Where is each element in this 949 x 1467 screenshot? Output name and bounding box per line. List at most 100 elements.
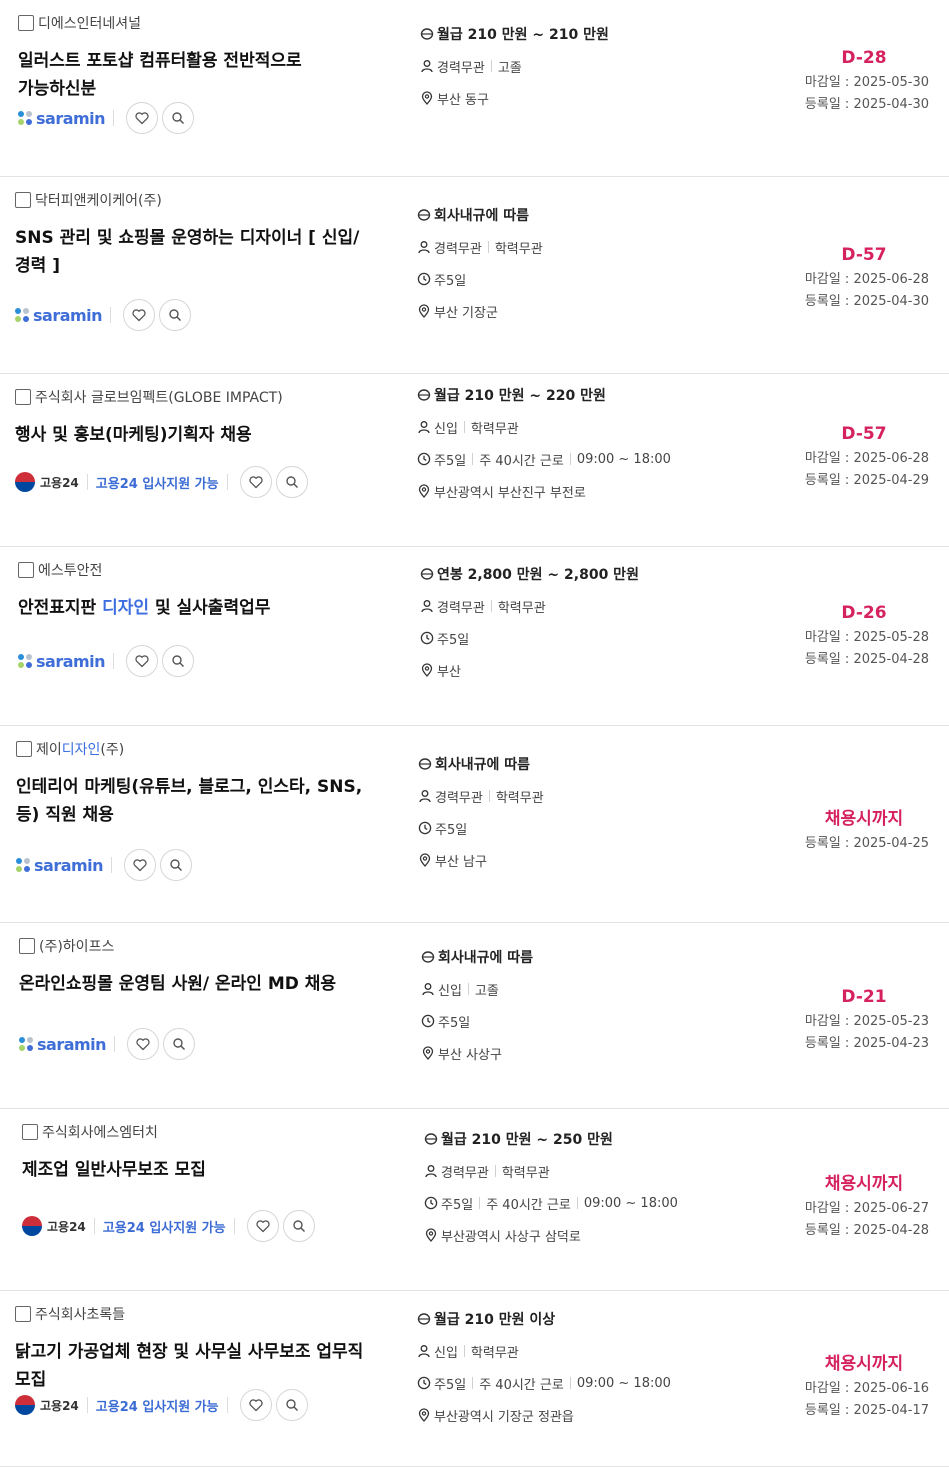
job-card[interactable]: 주식회사에스엠터치 제조업 일반사무보조 모집 고용24 고용24 입사지원 가능 월급… xyxy=(0,1109,949,1291)
company-name[interactable]: 제이디자인(주) xyxy=(36,739,124,759)
select-checkbox[interactable] xyxy=(18,15,34,31)
goyong24-label: 고용24 xyxy=(40,1398,79,1413)
schedule-condition: 주 40시간 근로 xyxy=(479,453,564,469)
source-row: 고용24 고용24 입사지원 가능 xyxy=(22,1210,315,1242)
coin-row: 회사내규에 따름 xyxy=(417,199,747,231)
saramin-logo[interactable]: saramin xyxy=(16,856,104,875)
job-card[interactable]: 에스투안전 안전표지판 디자인 및 실사출력업무 saramin 연봉 2,800 만… xyxy=(0,547,949,726)
search-button[interactable] xyxy=(163,1028,196,1060)
company-name[interactable]: 에스투안전 xyxy=(38,560,102,580)
job-title[interactable]: 온라인쇼핑몰 운영팀 사원/ 온라인 MD 채용 xyxy=(19,970,379,998)
goyong24-logo[interactable]: 고용24 xyxy=(15,472,79,492)
clock-row: 주5일 주 40시간 근로 09:00 ~ 18:00 xyxy=(417,443,747,475)
apply-via-goyong24-link[interactable]: 고용24 입사지원 가능 xyxy=(103,1217,226,1236)
schedule-condition: 주5일 xyxy=(434,1377,467,1393)
job-title[interactable]: 인테리어 마케팅(유튜브, 블로그, 인스타, SNS, 등) 직원 채용 xyxy=(16,773,376,829)
favorite-button[interactable] xyxy=(124,849,157,881)
search-button[interactable] xyxy=(275,466,308,498)
saramin-dots-icon xyxy=(19,1037,33,1051)
taegeuk-icon xyxy=(15,472,35,492)
person-row: 경력무관 학력무관 xyxy=(417,231,747,263)
saramin-logo[interactable]: saramin xyxy=(18,109,106,128)
job-title[interactable]: 일러스트 포토샵 컴퓨터활용 전반적으로 가능하신분 xyxy=(18,47,378,103)
coin-icon xyxy=(417,1312,431,1326)
clock-row: 주5일 주 40시간 근로 09:00 ~ 18:00 xyxy=(424,1187,754,1219)
schedule-condition: 주5일 xyxy=(437,632,470,648)
job-title[interactable]: 안전표지판 디자인 및 실사출력업무 xyxy=(18,594,378,622)
favorite-button[interactable] xyxy=(127,1028,160,1060)
coin-row: 회사내규에 따름 xyxy=(418,748,748,780)
job-title[interactable]: SNS 관리 및 쇼핑몰 운영하는 디자이너 [ 신입/경력 ] xyxy=(15,224,375,280)
company-name[interactable]: 주식회사에스엠터치 xyxy=(42,1122,158,1142)
favorite-button[interactable] xyxy=(126,102,159,134)
saramin-dots-icon xyxy=(15,308,29,322)
job-main: 닥터피앤케이케어(주) SNS 관리 및 쇼핑몰 운영하는 디자이너 [ 신입/경… xyxy=(15,190,375,374)
job-title[interactable]: 제조업 일반사무보조 모집 xyxy=(22,1156,382,1184)
source-row: 고용24 고용24 입사지원 가능 xyxy=(15,466,308,498)
favorite-button[interactable] xyxy=(239,466,272,498)
job-conditions: 회사내규에 따름 경력무관 학력무관 주5일 부산 남구 xyxy=(418,748,748,876)
select-checkbox[interactable] xyxy=(16,741,32,757)
job-title-part: 및 실사출력업무 xyxy=(149,598,271,618)
career-condition: 학력무관 xyxy=(501,1165,550,1181)
company-name[interactable]: 주식회사 글로브임펙트(GLOBE IMPACT) xyxy=(35,387,283,407)
pin-icon xyxy=(418,853,432,867)
select-checkbox[interactable] xyxy=(15,1306,31,1322)
registered-date: 등록일 : 2025-04-30 xyxy=(804,97,929,112)
select-checkbox[interactable] xyxy=(22,1124,38,1140)
company-name[interactable]: 주식회사초록들 xyxy=(35,1304,125,1324)
job-title[interactable]: 행사 및 홍보(마케팅)기획자 채용 xyxy=(15,421,375,449)
job-title[interactable]: 닭고기 가공업체 현장 및 사무실 사무보조 업무직 모집 xyxy=(15,1338,375,1394)
favorite-button[interactable] xyxy=(126,645,159,677)
dday-badge: 채용시까지 xyxy=(824,1354,904,1374)
salary-text: 월급 210 만원 이상 xyxy=(434,1312,556,1328)
career-condition: 학력무관 xyxy=(497,600,546,616)
saramin-logo[interactable]: saramin xyxy=(18,652,106,671)
dday-badge: D-57 xyxy=(841,245,887,265)
select-checkbox[interactable] xyxy=(15,192,31,208)
favorite-button[interactable] xyxy=(246,1210,279,1242)
select-checkbox[interactable] xyxy=(15,389,31,405)
favorite-button[interactable] xyxy=(123,299,156,331)
company-name[interactable]: 닥터피앤케이케어(주) xyxy=(35,190,162,210)
favorite-button[interactable] xyxy=(239,1389,272,1421)
search-button[interactable] xyxy=(160,849,193,881)
apply-via-goyong24-link[interactable]: 고용24 입사지원 가능 xyxy=(96,473,219,492)
pin-row: 부산광역시 기장군 정관읍 xyxy=(417,1399,747,1431)
schedule-condition: 주5일 xyxy=(434,273,467,289)
search-button[interactable] xyxy=(162,102,195,134)
goyong24-logo[interactable]: 고용24 xyxy=(15,1395,79,1415)
job-dates: 채용시까지 마감일 : 2025-06-27 등록일 : 2025-04-28 xyxy=(769,1169,929,1242)
search-button[interactable] xyxy=(275,1389,308,1421)
registered-date: 등록일 : 2025-04-17 xyxy=(804,1403,929,1418)
search-button[interactable] xyxy=(162,645,195,677)
dday-badge: D-21 xyxy=(841,987,887,1007)
clock-row: 주5일 xyxy=(417,263,747,295)
goyong24-logo[interactable]: 고용24 xyxy=(22,1216,86,1236)
person-row: 경력무관 학력무관 xyxy=(420,590,750,622)
divider xyxy=(467,983,469,995)
source-row: saramin xyxy=(18,645,195,677)
company-name[interactable]: 디에스인터네셔널 xyxy=(38,13,141,33)
job-conditions: 월급 210 만원 이상 신입 학력무관 주5일 주 40시간 근로 09:00 ~ 18… xyxy=(417,1303,747,1431)
job-card[interactable]: 주식회사초록들닭고기 가공업체 현장 및 사무실 사무보조 업무직 모집고용24… xyxy=(0,1291,949,1467)
person-icon xyxy=(417,1344,431,1358)
select-checkbox[interactable] xyxy=(18,562,34,578)
source-row: saramin xyxy=(15,299,192,331)
job-main: (주)하이프스온라인쇼핑몰 운영팀 사원/ 온라인 MD 채용 saramin xyxy=(19,936,379,1109)
job-card[interactable]: 닥터피앤케이케어(주) SNS 관리 및 쇼핑몰 운영하는 디자이너 [ 신입/경… xyxy=(0,177,949,374)
job-card[interactable]: (주)하이프스 온라인쇼핑몰 운영팀 사원/ 온라인 MD 채용 saramin 회사… xyxy=(0,923,949,1109)
search-button[interactable] xyxy=(159,299,192,331)
search-button[interactable] xyxy=(282,1210,315,1242)
job-card[interactable]: 주식회사 글로브임펙트(GLOBE IMPACT) 행사 및 홍보(마케팅)기획자… xyxy=(0,374,949,547)
heart-icon xyxy=(248,1397,264,1413)
apply-via-goyong24-link[interactable]: 고용24 입사지원 가능 xyxy=(96,1396,219,1415)
saramin-logo[interactable]: saramin xyxy=(19,1035,107,1054)
job-card[interactable]: 제이디자인(주) 인테리어 마케팅(유튜브, 블로그, 인스타, SNS, 등) … xyxy=(0,726,949,923)
saramin-logo[interactable]: saramin xyxy=(15,306,103,325)
job-card[interactable]: 디에스인터네셔널일러스트 포토샵 컴퓨터활용 전반적으로 가능하신분 sarami… xyxy=(0,0,949,177)
company-name[interactable]: (주)하이프스 xyxy=(39,936,114,956)
job-main: 주식회사초록들닭고기 가공업체 현장 및 사무실 사무보조 업무직 모집고용24… xyxy=(15,1304,375,1467)
select-checkbox[interactable] xyxy=(19,938,35,954)
divider xyxy=(472,1377,474,1389)
